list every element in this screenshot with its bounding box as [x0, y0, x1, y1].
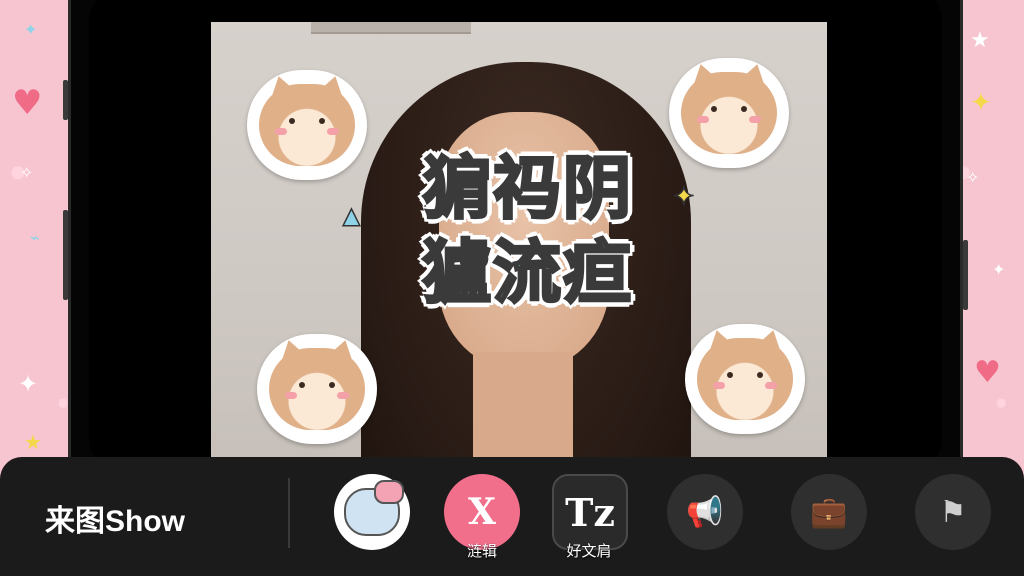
sticker-title-line-1: 猏祃阴	[421, 149, 633, 231]
sticker-tool-button[interactable]	[334, 474, 410, 550]
cat-icon	[269, 337, 365, 430]
triangle-sparkle-icon: ▲	[342, 203, 360, 230]
star-icon: ✦	[24, 20, 38, 39]
flag-circle-button[interactable]: ⚑	[915, 474, 991, 550]
cat-icon	[697, 327, 793, 420]
text-tool-button[interactable]: Tz	[552, 474, 628, 550]
text-tool-icon: Tz	[565, 489, 615, 535]
star-icon: ★	[970, 28, 990, 53]
cat-sticker[interactable]	[669, 58, 789, 168]
sticker-title-line-2: 獹流疸	[421, 233, 633, 315]
cat-icon	[259, 73, 355, 166]
phone-side-button	[63, 210, 68, 300]
edit-tool-button[interactable]: X	[444, 474, 520, 550]
person-neck	[473, 352, 573, 458]
app-brand: 来图Show	[45, 505, 185, 538]
cat-icon	[681, 61, 777, 154]
sparkle-icon: ✧	[966, 168, 980, 187]
cat-sticker-icon	[344, 480, 404, 536]
sparkle-icon: ✦	[970, 88, 992, 118]
heart-icon: ♥	[974, 355, 1001, 390]
text-sticker[interactable]: 猏祃阴 獹流疸	[378, 148, 678, 338]
edit-x-icon: X	[468, 491, 496, 533]
star-icon: ✦	[992, 260, 1006, 279]
briefcase-button[interactable]: 💼	[791, 474, 867, 550]
briefcase-icon: 💼	[810, 494, 848, 530]
text-tool-label: 好文肩	[566, 542, 612, 560]
confetti-icon: ⌁	[30, 228, 40, 247]
cat-sticker[interactable]	[257, 334, 377, 444]
flag-circle-icon: ⚑	[939, 494, 967, 530]
phone-side-button	[963, 240, 968, 310]
edit-tool-label: 涟辑	[466, 542, 497, 560]
sparkle-icon: ✧	[20, 163, 34, 182]
megaphone-button[interactable]: 📢	[667, 474, 743, 550]
cat-sticker[interactable]	[247, 70, 367, 180]
heart-icon: ♥	[12, 83, 43, 123]
megaphone-icon: 📢	[686, 494, 724, 530]
wall-shelf	[311, 22, 471, 34]
star-icon: ★	[24, 430, 42, 454]
star-icon: ✦	[18, 370, 39, 398]
phone-side-button	[63, 80, 68, 120]
cat-sticker[interactable]	[685, 324, 805, 434]
toolbar-divider	[288, 478, 290, 548]
